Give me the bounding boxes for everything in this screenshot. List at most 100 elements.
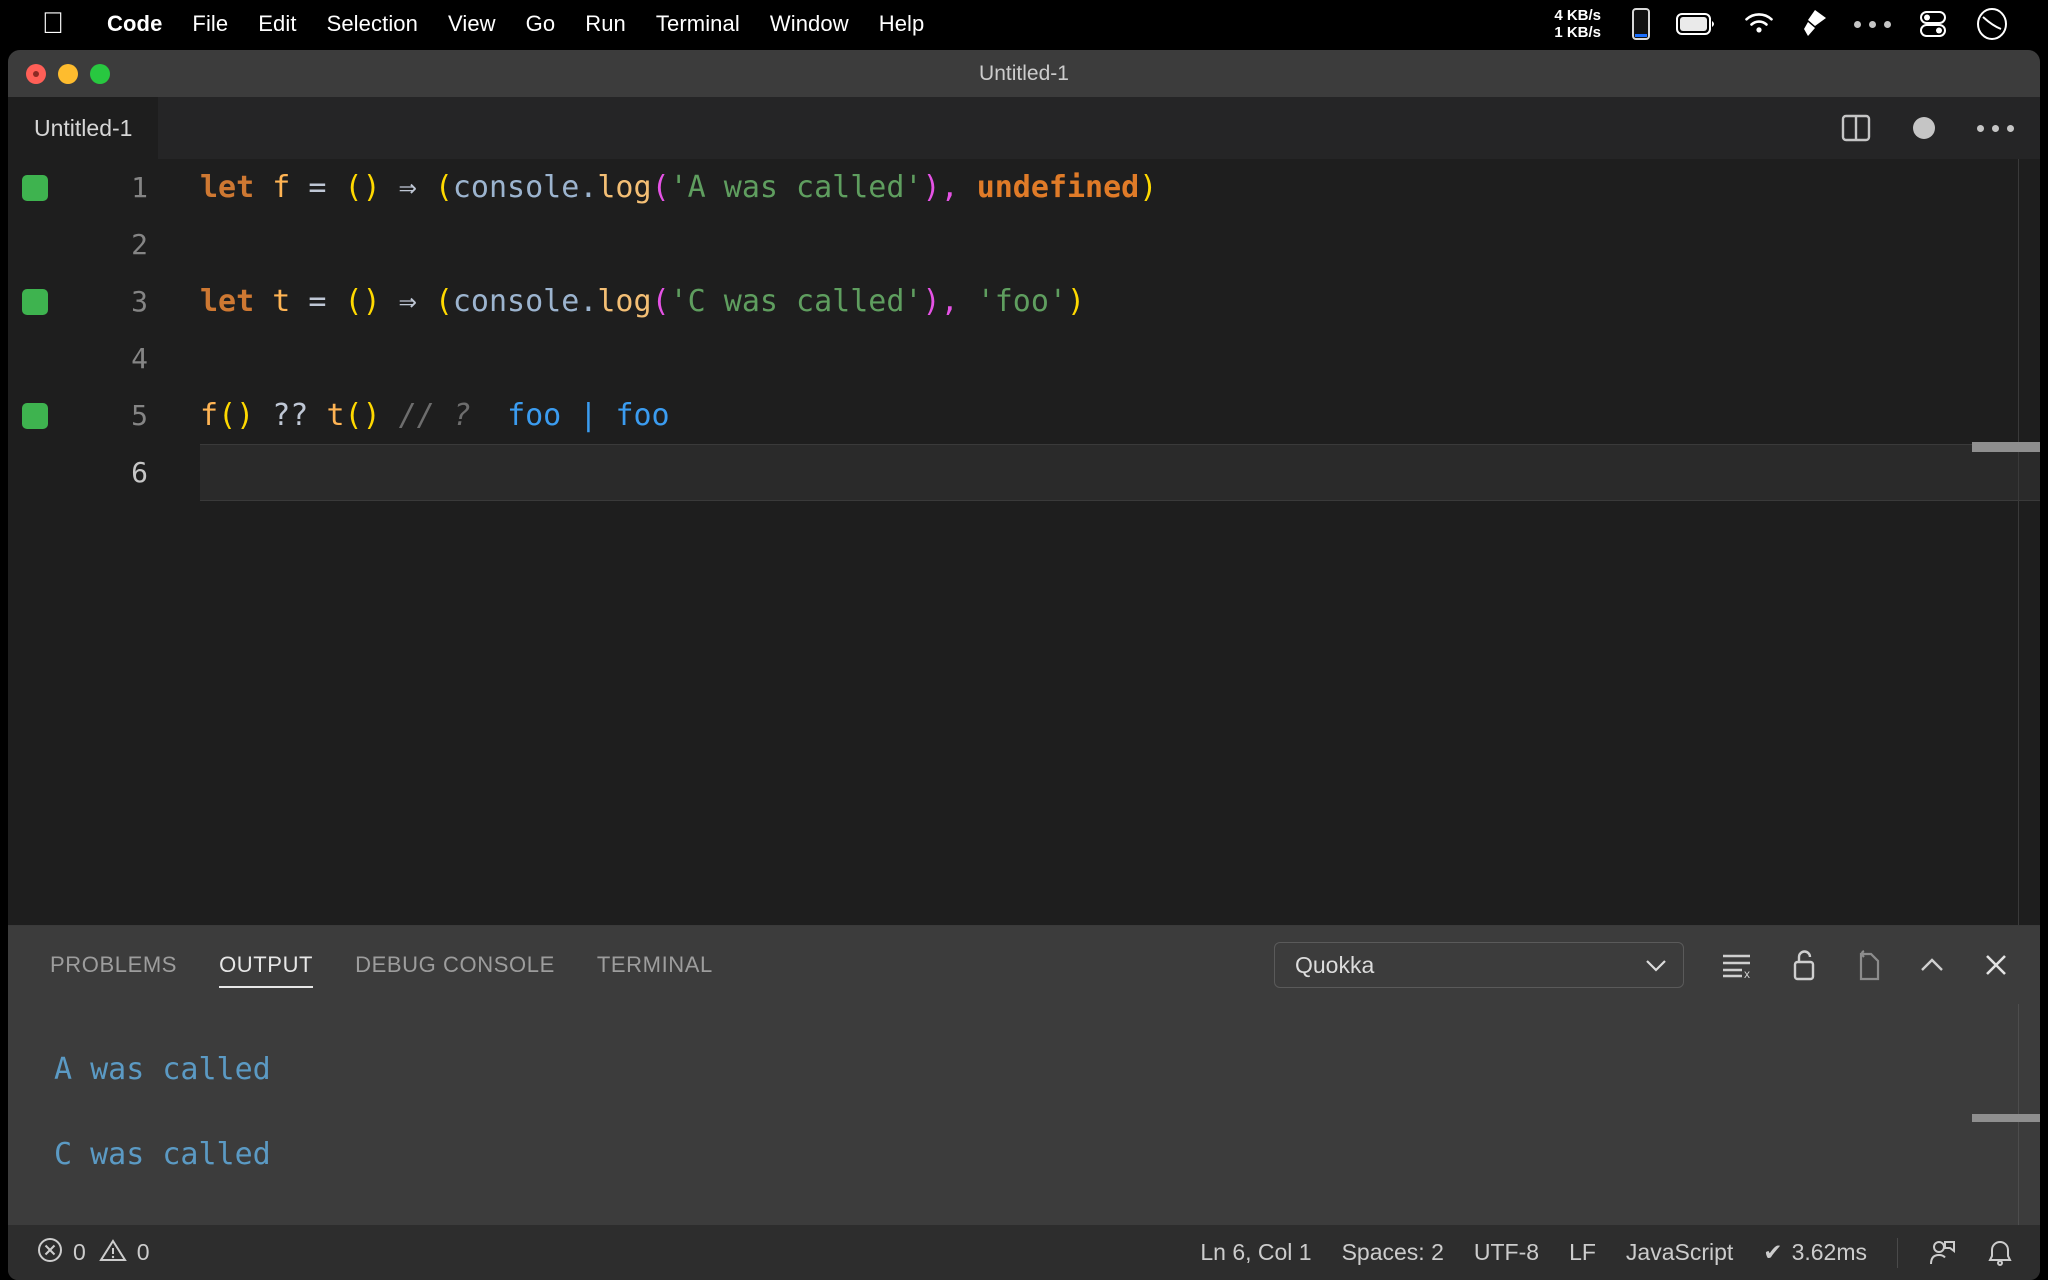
code-token: 'foo'	[977, 284, 1067, 319]
code-token: ⇒	[399, 284, 417, 319]
code-token	[597, 398, 615, 433]
menu-item-run[interactable]: Run	[570, 11, 641, 37]
code-token	[561, 398, 579, 433]
status-bar: 0 0 Ln 6, Col 1 Spaces: 2 UTF-8 LF JavaS…	[8, 1225, 2040, 1280]
code-token: t	[272, 284, 290, 319]
menu-item-window[interactable]: Window	[755, 11, 864, 37]
network-upload-speed: 1 KB/s	[1554, 24, 1601, 41]
collapse-panel-icon[interactable]	[1918, 954, 1946, 976]
menu-item-terminal[interactable]: Terminal	[641, 11, 755, 37]
screen:  Code File Edit Selection View Go Run T…	[0, 0, 2048, 1280]
dropbox-icon[interactable]	[1802, 9, 1828, 39]
open-in-editor-icon[interactable]	[1854, 948, 1882, 982]
code-token: ⇒	[399, 170, 417, 205]
panel-tab-terminal[interactable]: TERMINAL	[597, 926, 713, 1004]
close-panel-icon[interactable]	[1982, 951, 2010, 979]
code-token	[417, 170, 435, 205]
status-quokka-runtime[interactable]: ✔ 3.62ms	[1763, 1239, 1867, 1266]
code-token	[959, 170, 977, 205]
code-token: )	[363, 284, 381, 319]
code-line[interactable]: 4	[8, 330, 2040, 387]
editor-tab-actions	[1841, 97, 2014, 159]
code-editor[interactable]: 1let f = () ⇒ (console.log('A was called…	[8, 159, 2040, 925]
code-token: foo	[615, 398, 669, 433]
code-token	[290, 170, 308, 205]
clear-output-icon[interactable]: x	[1720, 950, 1754, 980]
status-warnings[interactable]: 0	[98, 1236, 150, 1270]
output-channel-value: Quokka	[1295, 952, 1374, 979]
wifi-icon[interactable]	[1742, 12, 1776, 36]
code-token: .	[579, 284, 597, 319]
panel-tab-output[interactable]: OUTPUT	[219, 926, 313, 1004]
code-token: console	[453, 284, 579, 319]
status-encoding[interactable]: UTF-8	[1474, 1239, 1539, 1266]
svg-text:x: x	[1744, 967, 1750, 980]
network-speed-indicator[interactable]: 4 KB/s 1 KB/s	[1554, 7, 1601, 41]
output-panel-body[interactable]: A was called C was called	[8, 1004, 2040, 1225]
menu-item-help[interactable]: Help	[864, 11, 940, 37]
editor-tab-untitled-1[interactable]: Untitled-1	[8, 97, 158, 159]
menu-item-view[interactable]: View	[433, 11, 511, 37]
code-lines-container: 1let f = () ⇒ (console.log('A was called…	[8, 159, 2040, 501]
code-token: (	[345, 398, 363, 433]
menubar-items:  Code File Edit Selection View Go Run T…	[0, 0, 939, 48]
line-number: 4	[8, 342, 148, 375]
menubar-ellipsis-icon[interactable]	[1854, 21, 1891, 28]
code-token: 'C was called'	[670, 284, 923, 319]
code-line-text: let t = () ⇒ (console.log('C was called'…	[200, 284, 1085, 319]
siri-icon[interactable]	[1975, 7, 2009, 41]
apple-logo-icon[interactable]: 	[40, 9, 66, 39]
menu-item-selection[interactable]: Selection	[312, 11, 433, 37]
battery-icon[interactable]	[1676, 13, 1716, 35]
code-token: )	[363, 398, 381, 433]
menu-item-edit[interactable]: Edit	[243, 11, 311, 37]
code-token	[381, 398, 399, 433]
unsaved-dot-icon[interactable]	[1913, 117, 1935, 139]
panel-tab-debug-console[interactable]: DEBUG CONSOLE	[355, 926, 555, 1004]
code-token	[308, 398, 326, 433]
error-count: 0	[73, 1239, 86, 1266]
code-token: |	[579, 398, 597, 433]
menu-item-go[interactable]: Go	[511, 11, 571, 37]
status-divider	[1897, 1238, 1898, 1268]
panel-tab-debug-console-label: DEBUG CONSOLE	[355, 952, 555, 978]
output-channel-select[interactable]: Quokka	[1274, 942, 1684, 988]
status-bar-right: Ln 6, Col 1 Spaces: 2 UTF-8 LF JavaScrip…	[1200, 1238, 2014, 1268]
status-indentation[interactable]: Spaces: 2	[1342, 1239, 1444, 1266]
network-download-speed: 4 KB/s	[1554, 7, 1601, 24]
code-line[interactable]: 5f() ?? t() // ? foo | foo	[8, 387, 2040, 444]
notifications-bell-icon[interactable]	[1986, 1238, 2014, 1268]
code-token: =	[308, 170, 326, 205]
status-language-mode[interactable]: JavaScript	[1626, 1239, 1733, 1266]
chevron-down-icon	[1643, 952, 1669, 979]
window-titlebar: Untitled-1	[8, 50, 2040, 97]
control-center-icon[interactable]	[1917, 9, 1949, 39]
panel-tab-output-label: OUTPUT	[219, 952, 313, 978]
panel-tab-problems[interactable]: PROBLEMS	[50, 926, 177, 1004]
status-eol[interactable]: LF	[1569, 1239, 1596, 1266]
code-token	[254, 170, 272, 205]
split-editor-icon[interactable]	[1841, 113, 1871, 143]
warning-icon	[98, 1236, 128, 1270]
menu-item-file[interactable]: File	[177, 11, 243, 37]
window-title: Untitled-1	[8, 62, 2040, 86]
feedback-icon[interactable]	[1928, 1238, 1956, 1268]
code-token: (	[345, 284, 363, 319]
panel-header: PROBLEMS OUTPUT DEBUG CONSOLE TERMINAL Q…	[8, 926, 2040, 1004]
code-token	[326, 284, 344, 319]
code-line[interactable]: 1let f = () ⇒ (console.log('A was called…	[8, 159, 2040, 216]
code-line-text: let f = () ⇒ (console.log('A was called'…	[200, 170, 1157, 205]
iphone-icon[interactable]	[1632, 8, 1650, 40]
code-line[interactable]: 3let t = () ⇒ (console.log('C was called…	[8, 273, 2040, 330]
status-errors[interactable]: 0	[36, 1236, 86, 1270]
status-cursor-position[interactable]: Ln 6, Col 1	[1200, 1239, 1311, 1266]
code-token: (	[218, 398, 236, 433]
more-actions-icon[interactable]	[1977, 125, 2014, 132]
editor-scrollbar[interactable]	[2018, 159, 2040, 925]
code-token: t	[326, 398, 344, 433]
lock-scroll-icon[interactable]	[1790, 948, 1818, 982]
menu-item-code[interactable]: Code	[92, 11, 177, 37]
code-line[interactable]: 6	[8, 444, 2040, 501]
code-token: 'A was called'	[670, 170, 923, 205]
code-line[interactable]: 2	[8, 216, 2040, 273]
